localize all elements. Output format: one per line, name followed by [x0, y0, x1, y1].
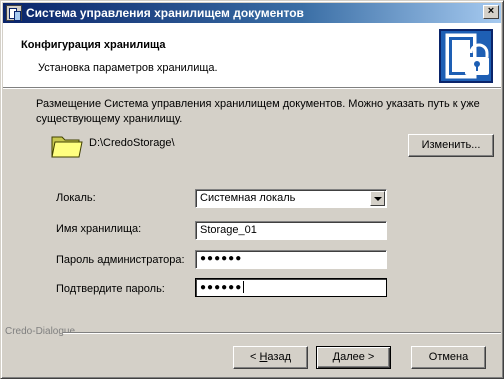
next-hotkey: Д	[332, 351, 341, 363]
next-rest: алее >	[340, 351, 375, 363]
admin-password-label: Пароль администратора:	[56, 254, 185, 266]
back-button[interactable]: < Назад	[233, 346, 308, 369]
back-rest: азад	[267, 351, 291, 363]
locale-select[interactable]: Системная локаль	[195, 189, 387, 208]
page-subtitle: Установка параметров хранилища.	[38, 62, 218, 74]
locale-label: Локаль:	[56, 192, 96, 204]
installer-window: Система управления хранилищем документов…	[0, 0, 504, 379]
wizard-header: Конфигурация хранилища Установка парамет…	[3, 23, 501, 87]
confirm-password-label: Подтвердите пароль:	[56, 283, 165, 295]
window-title: Система управления хранилищем документов	[26, 6, 304, 20]
change-path-button[interactable]: Изменить...	[408, 134, 494, 157]
document-lock-icon	[439, 29, 493, 83]
cancel-button[interactable]: Отмена	[411, 346, 486, 369]
app-icon	[6, 5, 22, 21]
storage-name-label: Имя хранилища:	[56, 223, 142, 235]
text-caret	[243, 281, 245, 294]
folder-icon	[51, 131, 83, 159]
page-title: Конфигурация хранилища	[21, 39, 166, 51]
locale-value: Системная локаль	[200, 192, 296, 204]
title-bar[interactable]: Система управления хранилищем документов…	[3, 3, 501, 23]
confirm-password-value: ●●●●●●	[200, 282, 243, 293]
header-divider-highlight	[3, 88, 501, 89]
storage-name-input[interactable]: Storage_01	[195, 221, 387, 240]
close-button[interactable]: ×	[483, 5, 499, 19]
description-text: Размещение Система управления хранилищем…	[36, 98, 480, 125]
confirm-password-input[interactable]: ●●●●●●	[195, 278, 387, 297]
storage-path: D:\CredoStorage\	[89, 137, 175, 149]
next-button[interactable]: Далее >	[316, 346, 391, 369]
admin-password-input[interactable]: ●●●●●●	[195, 250, 387, 269]
footer-divider-highlight	[63, 333, 501, 334]
chevron-down-icon[interactable]	[370, 191, 385, 206]
